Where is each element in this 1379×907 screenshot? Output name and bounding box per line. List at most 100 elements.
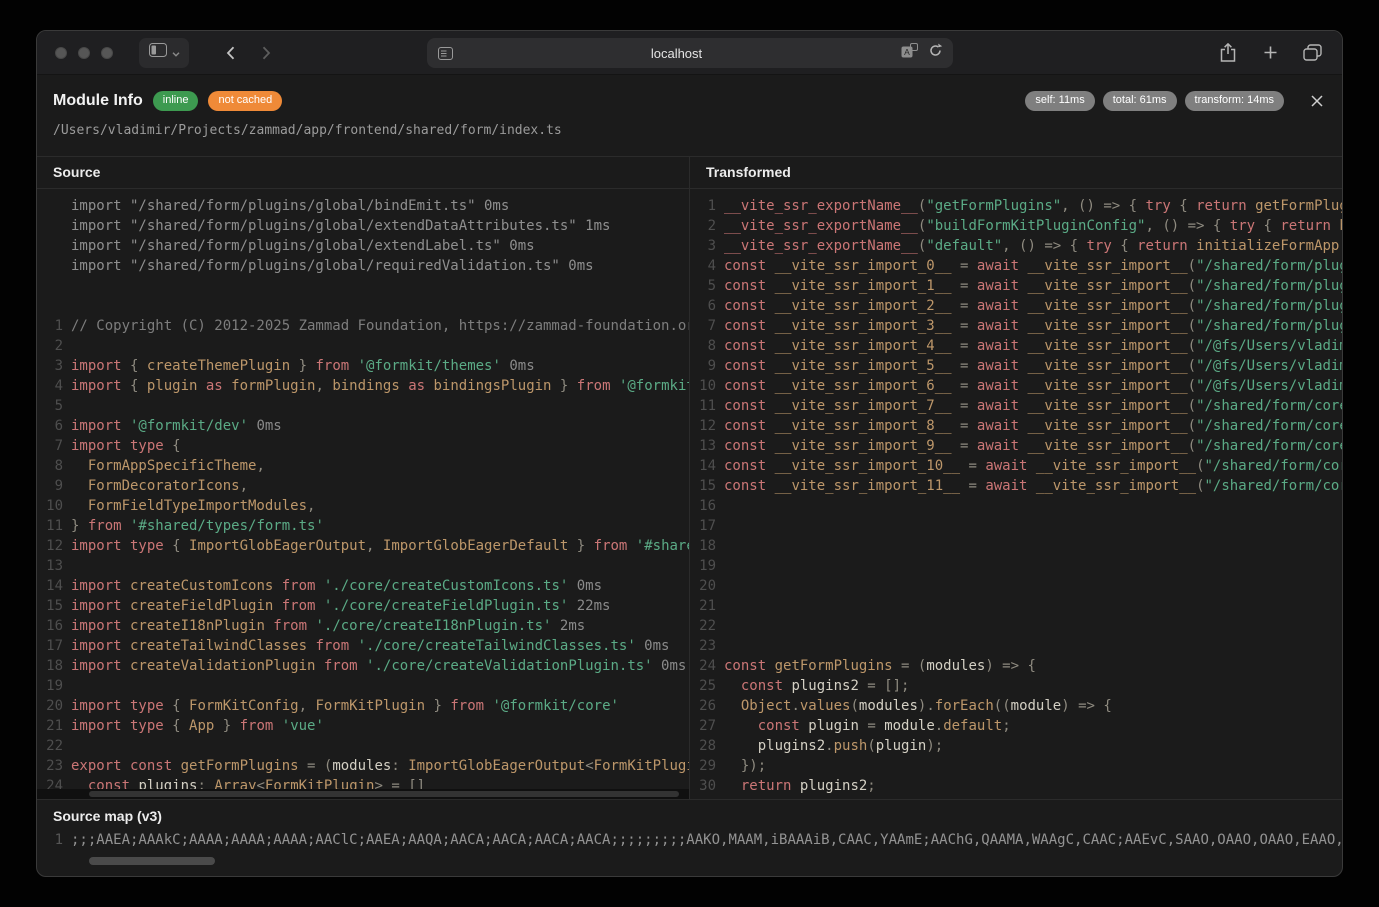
code-line: 7const __vite_ssr_import_3__ = await __v… (690, 316, 1342, 336)
code-line: 4const __vite_ssr_import_0__ = await __v… (690, 256, 1342, 276)
line-number: 14 (690, 456, 716, 476)
code-line: 9const __vite_ssr_import_5__ = await __v… (690, 356, 1342, 376)
source-code[interactable]: import "/shared/form/plugins/global/bind… (37, 189, 689, 789)
code-line: 4import { plugin as formPlugin, bindings… (37, 376, 689, 396)
code-line: 16import createI18nPlugin from './core/c… (37, 616, 689, 636)
code-line: 19 (37, 676, 689, 696)
code-line: import "/shared/form/plugins/global/exte… (37, 236, 689, 256)
line-number: 5 (690, 276, 716, 296)
line-number (37, 256, 63, 276)
code-line: 19 (690, 556, 1342, 576)
line-number: 22 (37, 736, 63, 756)
line-number: 15 (37, 596, 63, 616)
line-number: 22 (690, 616, 716, 636)
minimize-window-button[interactable] (78, 47, 90, 59)
code-line: 12import type { ImportGlobEagerOutput, I… (37, 536, 689, 556)
transformed-code[interactable]: 1__vite_ssr_exportName__("getFormPlugins… (690, 189, 1342, 799)
translate-icon[interactable]: A (901, 43, 918, 63)
sidebar-icon (149, 43, 167, 62)
line-number: 8 (37, 456, 63, 476)
page-title: Module Info (53, 92, 143, 110)
line-number (37, 296, 63, 316)
new-tab-button[interactable] (1256, 39, 1284, 67)
code-line: 8 FormAppSpecificTheme, (37, 456, 689, 476)
code-line: 2 (37, 336, 689, 356)
code-line: 11} from '#shared/types/form.ts' (37, 516, 689, 536)
code-line: 11const __vite_ssr_import_7__ = await __… (690, 396, 1342, 416)
code-line: 18 (690, 536, 1342, 556)
line-number: 24 (690, 656, 716, 676)
sidebar-toggle-button[interactable] (139, 38, 189, 68)
source-map-line-number: 1 (37, 830, 63, 850)
code-line: 21import type { App } from 'vue' (37, 716, 689, 736)
transform-time-badge: transform: 14ms (1185, 91, 1284, 110)
code-line: 7import type { (37, 436, 689, 456)
address-bar[interactable]: localhost A (427, 38, 953, 68)
line-number (37, 196, 63, 216)
code-line: 21 (690, 596, 1342, 616)
reload-icon[interactable] (928, 43, 943, 63)
tab-overview-button[interactable] (1298, 39, 1326, 67)
transformed-panel: Transformed 1__vite_ssr_exportName__("ge… (689, 157, 1342, 799)
module-info-header: Module Info inline not cached self: 11ms… (37, 75, 1342, 156)
code-line: 12const __vite_ssr_import_8__ = await __… (690, 416, 1342, 436)
line-number: 10 (690, 376, 716, 396)
line-number: 2 (690, 216, 716, 236)
forward-button[interactable] (249, 38, 283, 68)
line-number: 17 (37, 636, 63, 656)
url-text: localhost (453, 46, 901, 61)
line-number (37, 216, 63, 236)
page-settings-icon[interactable] (438, 47, 453, 60)
share-button[interactable] (1214, 39, 1242, 67)
line-number: 12 (690, 416, 716, 436)
line-number: 27 (690, 716, 716, 736)
code-line: 16 (690, 496, 1342, 516)
line-number: 10 (37, 496, 63, 516)
transformed-panel-title: Transformed (690, 157, 1342, 189)
source-hscrollbar-thumb[interactable] (89, 791, 679, 797)
zoom-window-button[interactable] (101, 47, 113, 59)
line-number: 24 (37, 776, 63, 789)
close-window-button[interactable] (55, 47, 67, 59)
code-line: 5 (37, 396, 689, 416)
source-hscrollbar[interactable] (37, 789, 689, 799)
code-line: import "/shared/form/plugins/global/exte… (37, 216, 689, 236)
code-line: 22 (690, 616, 1342, 636)
close-button[interactable] (1306, 90, 1328, 112)
line-number: 16 (37, 616, 63, 636)
code-line: 14import createCustomIcons from './core/… (37, 576, 689, 596)
line-number: 1 (37, 316, 63, 336)
back-button[interactable] (213, 38, 247, 68)
code-line: 1__vite_ssr_exportName__("getFormPlugins… (690, 196, 1342, 216)
line-number: 21 (690, 596, 716, 616)
source-panel-title: Source (37, 157, 689, 189)
source-panel: Source import "/shared/form/plugins/glob… (37, 157, 689, 799)
code-line: 6const __vite_ssr_import_2__ = await __v… (690, 296, 1342, 316)
line-number: 20 (690, 576, 716, 596)
navigation-buttons (213, 38, 283, 68)
line-number: 28 (690, 736, 716, 756)
source-map-text: ;;;AAEA;AAAkC;AAAA;AAAA;AAAA;AAClC;AAEA;… (63, 830, 1342, 850)
sourcemap-hscrollbar-thumb[interactable] (89, 857, 215, 865)
line-number: 11 (690, 396, 716, 416)
line-number: 13 (690, 436, 716, 456)
line-number: 4 (690, 256, 716, 276)
self-time-badge: self: 11ms (1025, 91, 1094, 110)
code-line: 30 return plugins2; (690, 776, 1342, 796)
line-number: 18 (37, 656, 63, 676)
line-number: 11 (37, 516, 63, 536)
line-number: 21 (37, 716, 63, 736)
code-line: 23 (690, 636, 1342, 656)
code-line: 27 const plugin = module.default; (690, 716, 1342, 736)
not-cached-badge: not cached (208, 91, 282, 110)
browser-toolbar: localhost A (37, 31, 1342, 75)
code-line: 9 FormDecoratorIcons, (37, 476, 689, 496)
line-number: 25 (690, 676, 716, 696)
source-map-line: 1 ;;;AAEA;AAAkC;AAAA;AAAA;AAAA;AAClC;AAE… (37, 830, 1342, 850)
code-line: 15const __vite_ssr_import_11__ = await _… (690, 476, 1342, 496)
code-line: 20 (690, 576, 1342, 596)
code-line: 13 (37, 556, 689, 576)
code-line: 1// Copyright (C) 2012-2025 Zammad Found… (37, 316, 689, 336)
line-number: 7 (690, 316, 716, 336)
line-number: 6 (37, 416, 63, 436)
